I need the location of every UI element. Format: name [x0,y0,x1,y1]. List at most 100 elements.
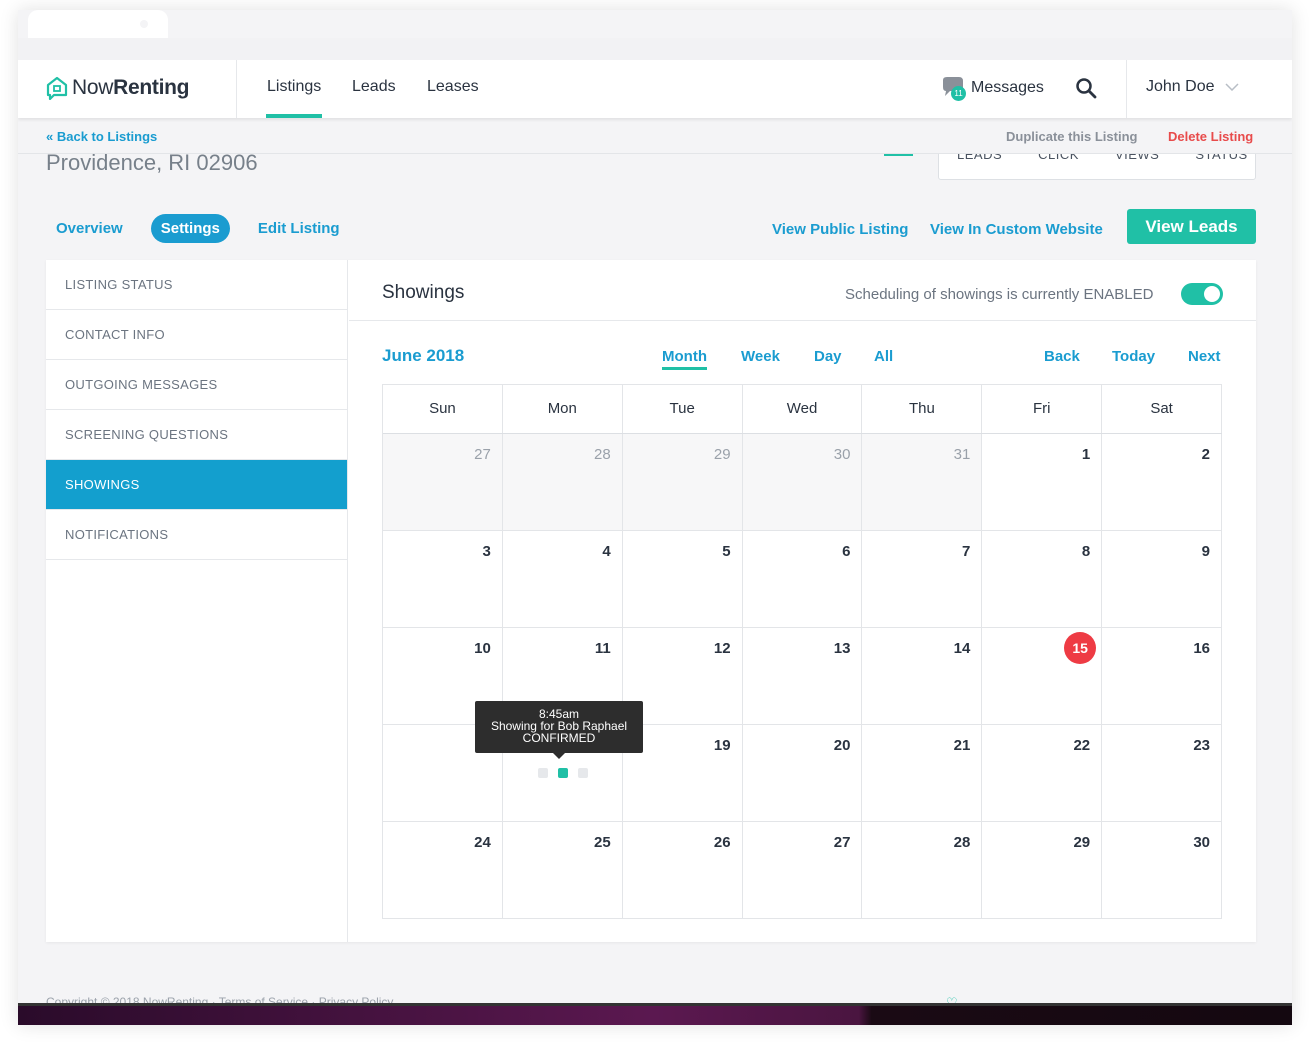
calendar-day-cell[interactable]: 3 [383,531,503,627]
day-number: 13 [833,640,851,657]
weekday-label: Tue [623,385,743,433]
day-number: 16 [1193,640,1211,657]
tab-overview[interactable]: Overview [46,214,133,243]
browser-tab[interactable] [28,10,168,40]
duplicate-listing-link[interactable]: Duplicate this Listing [1006,129,1137,144]
weekday-label: Mon [503,385,623,433]
messages-label: Messages [971,79,1044,96]
view-public-listing-link[interactable]: View Public Listing [772,221,908,238]
calendar-grid: Sun Mon Tue Wed Thu Fri Sat 27 28 29 30 31 1 2 3 4 5 6 7 8… [382,384,1223,919]
calendar-day-cell[interactable]: 5 [623,531,743,627]
calendar-day-cell[interactable]: 28 [502,434,623,530]
calendar-day-cell[interactable]: 27 [743,822,863,918]
calendar-day-cell[interactable]: 2 [1102,434,1223,530]
calendar-today-button[interactable]: Today [1112,348,1155,365]
calendar-day-cell[interactable]: 8 [982,531,1103,627]
calendar-day-cell[interactable]: 6 [743,531,863,627]
calendar-day-cell[interactable]: 1 [982,434,1103,530]
day-number: 1 [1081,446,1091,463]
listing-subbar: « Back to Listings Duplicate this Listin… [18,118,1292,154]
calendar-day-cell[interactable]: 23 [1102,725,1223,821]
weekday-label: Sun [383,385,503,433]
calendar-day-cell[interactable]: 16 [1102,628,1223,724]
day-number: 29 [1073,834,1091,851]
user-menu[interactable]: John Doe [1146,78,1239,96]
calendar-month-label: June 2018 [382,346,465,365]
nav-listings[interactable]: Listings [267,78,321,96]
weekday-header: Sun Mon Tue Wed Thu Fri Sat [383,385,1223,434]
toggle-knob [1204,286,1220,302]
view-custom-website-link[interactable]: View In Custom Website [930,221,1103,238]
calendar-day-cell[interactable]: 31 [862,434,983,530]
user-name: John Doe [1146,78,1215,95]
calendar-day-cell[interactable]: 22 [982,725,1103,821]
tab-edit-listing[interactable]: Edit Listing [248,214,350,243]
calendar-back-button[interactable]: Back [1044,348,1080,365]
tab-dot-icon [140,20,148,28]
day-number: 3 [482,543,491,560]
calendar-day-cell[interactable]: 30 [742,434,863,530]
calendar-day-cell[interactable]: 15 [982,628,1103,724]
nav-leases[interactable]: Leases [427,78,479,96]
calendar-day-cell[interactable]: 21 [862,725,983,821]
calendar-day-cell[interactable]: 29 [622,434,743,530]
delete-listing-link[interactable]: Delete Listing [1168,129,1253,144]
view-day-button[interactable]: Day [814,348,842,365]
calendar-day-cell[interactable]: 7 [862,531,983,627]
scheduling-status-text: Scheduling of showings is currently ENAB… [845,286,1154,303]
sidebar-item-outgoing-messages[interactable]: OUTGOING MESSAGES [46,360,347,410]
messages-button[interactable]: 11 Messages [941,76,1044,101]
day-number: 27 [474,446,491,463]
calendar-day-cell[interactable]: 4 [503,531,623,627]
calendar-week-row: 27 28 29 30 31 1 2 [383,434,1223,531]
sidebar-item-listing-status[interactable]: LISTING STATUS [46,260,347,310]
sidebar-item-screening-questions[interactable]: SCREENING QUESTIONS [46,410,347,460]
logo[interactable]: NowRenting [46,74,189,102]
calendar-next-button[interactable]: Next [1188,348,1221,365]
search-icon[interactable] [1075,77,1097,99]
day-number: 31 [953,446,971,463]
calendar-day-cell[interactable]: 14 [862,628,983,724]
sidebar-item-showings[interactable]: SHOWINGS [46,460,347,510]
calendar-day-cell[interactable]: 29 [982,822,1103,918]
showing-event-dot[interactable] [557,768,568,778]
nav-leads[interactable]: Leads [352,78,396,96]
calendar-day-cell[interactable]: 20 [743,725,863,821]
empty-slot-dot[interactable] [577,768,588,778]
sidebar-item-contact-info[interactable]: CONTACT INFO [46,310,347,360]
calendar-day-cell[interactable]: 27 [383,434,503,530]
empty-slot-dot[interactable] [537,768,548,778]
day-number: 7 [961,543,971,560]
calendar-day-cell[interactable]: 26 [623,822,743,918]
view-all-button[interactable]: All [874,348,893,365]
day-number: 26 [713,834,731,851]
day-number: 30 [1193,834,1211,851]
day-number: 12 [713,640,731,657]
back-to-listings-link[interactable]: « Back to Listings [46,129,157,144]
day-number: 29 [713,446,731,463]
top-navigation: NowRenting Listings Leads Leases 11 Mess… [18,60,1292,118]
tab-settings[interactable]: Settings [150,214,230,243]
view-leads-button[interactable]: View Leads [1127,209,1256,244]
calendar-day-cell[interactable]: 24 [383,822,503,918]
day-number: 24 [474,834,491,851]
view-week-button[interactable]: Week [741,348,780,365]
scheduling-toggle[interactable] [1181,283,1223,305]
view-month-button[interactable]: Month [662,348,707,370]
weekday-label: Thu [862,385,983,433]
sidebar-item-notifications[interactable]: NOTIFICATIONS [46,510,347,560]
weekday-label: Fri [982,385,1103,433]
day-number: 2 [1201,446,1211,463]
calendar-day-cell[interactable]: 9 [1102,531,1223,627]
showing-indicators [537,768,588,778]
calendar-day-cell[interactable]: 13 [743,628,863,724]
calendar-day-cell[interactable]: 30 [1102,822,1223,918]
day-number: 9 [1201,543,1211,560]
day-number: 23 [1193,737,1211,754]
nav-divider [1126,60,1127,118]
calendar-day-cell[interactable]: 28 [862,822,983,918]
calendar-day-cell[interactable]: 25 [503,822,623,918]
day-number: 28 [594,446,611,463]
weekday-label: Sat [1102,385,1223,433]
showings-section: Showings Scheduling of showings is curre… [349,260,1256,942]
